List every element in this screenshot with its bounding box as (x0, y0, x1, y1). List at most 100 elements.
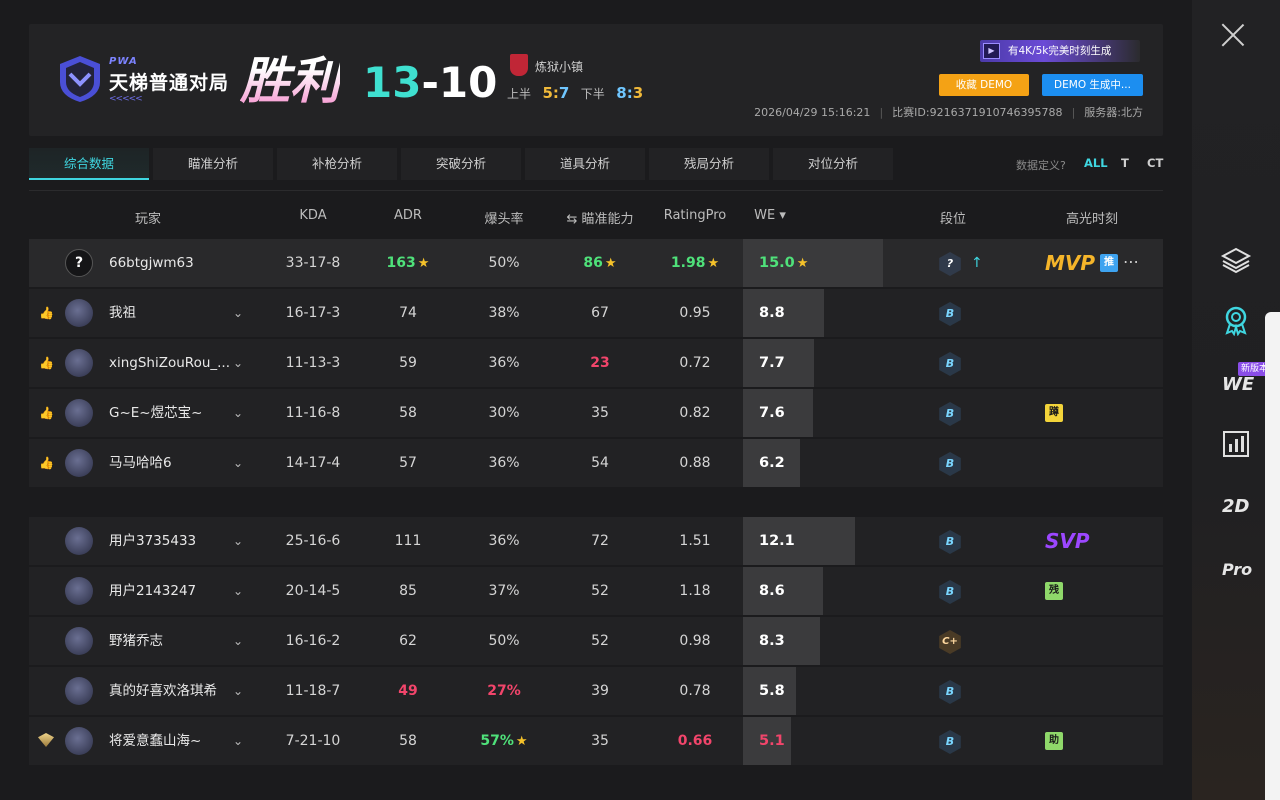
mvp-badge[interactable]: MVP (1045, 239, 1095, 287)
like-icon[interactable]: 👍 (39, 289, 54, 337)
data-definition-link[interactable]: 数据定义? (1016, 157, 1066, 173)
avatar[interactable] (65, 577, 93, 605)
demo-generating-button[interactable]: DEMO 生成中... (1042, 74, 1143, 96)
chevron-down-icon[interactable]: ⌄ (233, 567, 243, 615)
kda: 16-17-3 (285, 305, 341, 321)
avatar[interactable] (65, 299, 93, 327)
chevron-down-icon[interactable]: ⌄ (233, 339, 243, 387)
chevron-down-icon[interactable]: ⌄ (233, 289, 243, 337)
player-row[interactable]: 👍 我祖 ⌄ 16-17-3 74 38% 67 0.95 8.8 B (29, 289, 1163, 337)
player-name[interactable]: xingShiZouRou_... (109, 339, 239, 387)
svp-badge[interactable]: SVP (1045, 517, 1090, 565)
col-we[interactable]: WE ▾ (740, 208, 800, 223)
highlight-tag[interactable]: 残 (1045, 582, 1063, 600)
player-row[interactable]: ? 66btgjwm63 33-17-8 163 ★ 50% 86 ★ 1.98 ★ 15.0 ★? ↑… (29, 239, 1163, 287)
tab-aim[interactable]: 瞄准分析 (153, 148, 273, 180)
rating-value: 1.51 (679, 533, 711, 549)
player-row[interactable]: 野猪乔志 ⌄ 16-16-2 62 50% 52 0.98 8.3 C+ (29, 617, 1163, 665)
avatar[interactable] (65, 449, 93, 477)
player-name[interactable]: 我祖 (109, 289, 239, 337)
hs-value: 50% (488, 633, 520, 649)
avatar[interactable] (65, 527, 93, 555)
chevron-down-icon[interactable]: ⌄ (233, 439, 243, 487)
bar-chart-icon[interactable] (1220, 428, 1252, 460)
rank-badge-icon[interactable]: ? (939, 252, 961, 276)
we-nav[interactable]: WE (1222, 374, 1254, 395)
chevron-down-icon[interactable]: ⌄ (233, 517, 243, 565)
filter-t[interactable]: T (1121, 156, 1129, 170)
rank-badge-icon[interactable]: B (939, 302, 961, 326)
rank-badge-icon[interactable]: B (939, 680, 961, 704)
like-icon[interactable]: 👍 (39, 439, 54, 487)
hs-value: 57% (480, 733, 514, 749)
tab-duel[interactable]: 对位分析 (773, 148, 893, 180)
player-name[interactable]: 将爱意蠢山海~ (109, 717, 239, 765)
player-name[interactable]: 真的好喜欢洛琪希 (109, 667, 239, 715)
player-row[interactable]: 真的好喜欢洛琪希 ⌄ 11-18-7 49 27% 39 0.78 5.8 B (29, 667, 1163, 715)
rank-badge-icon[interactable]: B (939, 352, 961, 376)
award-icon[interactable] (1220, 304, 1252, 336)
pro-nav[interactable]: Pro (1222, 560, 1252, 579)
rank-badge-icon[interactable]: B (939, 530, 961, 554)
like-icon[interactable]: 👍 (39, 339, 54, 387)
tab-trade[interactable]: 补枪分析 (277, 148, 397, 180)
headshot-rate: 50% (464, 239, 544, 287)
avatar[interactable] (65, 349, 93, 377)
player-name[interactable]: G~E~煜芯宝~ (109, 389, 239, 437)
chevron-down-icon[interactable]: ⌄ (233, 617, 243, 665)
player-row[interactable]: 👍 G~E~煜芯宝~ ⌄ 11-16-8 58 30% 35 0.82 7.6 B 蹲 (29, 389, 1163, 437)
2d-nav[interactable]: 2D (1222, 496, 1249, 517)
highlight-tag[interactable]: 助 (1045, 732, 1063, 750)
avatar[interactable]: ? (65, 249, 93, 277)
rank-badge-icon[interactable]: B (939, 730, 961, 754)
rank-text: B (945, 685, 955, 698)
rank-badge-icon[interactable]: B (939, 580, 961, 604)
close-icon[interactable] (1220, 22, 1246, 48)
rank-badge-icon[interactable]: C+ (939, 630, 961, 654)
collect-demo-button[interactable]: 收藏 DEMO (939, 74, 1029, 96)
player-row[interactable]: 用户2143247 ⌄ 20-14-5 85 37% 52 1.18 8.6 B 残 (29, 567, 1163, 615)
avatar[interactable] (65, 677, 93, 705)
layers-icon[interactable] (1220, 244, 1252, 276)
filter-ct[interactable]: CT (1147, 156, 1163, 170)
player-name[interactable]: 野猪乔志 (109, 617, 239, 665)
player-name[interactable]: 66btgjwm63 (109, 239, 239, 287)
chevron-down-icon[interactable]: ⌄ (233, 717, 243, 765)
star-icon: ★ (417, 256, 430, 271)
filter-all[interactable]: ALL (1084, 156, 1108, 170)
col-kda[interactable]: KDA (273, 208, 353, 223)
player-name[interactable]: 用户3735433 (109, 517, 239, 565)
avatar[interactable] (65, 727, 93, 755)
like-icon[interactable]: 👍 (39, 389, 54, 437)
tab-overview[interactable]: 综合数据 (29, 148, 149, 180)
highlight-tag[interactable]: 推 (1100, 254, 1118, 272)
rank-badge-icon[interactable]: B (939, 452, 961, 476)
player-name[interactable]: 马马哈哈6 (109, 439, 239, 487)
col-aim[interactable]: ⇆ 瞄准能力 (550, 208, 650, 227)
tab-utility[interactable]: 道具分析 (525, 148, 645, 180)
player-row[interactable]: 用户3735433 ⌄ 25-16-6 111 36% 72 1.51 12.1 B SVP (29, 517, 1163, 565)
col-headshot[interactable]: 爆头率 (464, 208, 544, 227)
col-rating[interactable]: RatingPro (650, 208, 740, 223)
col-adr[interactable]: ADR (368, 208, 448, 223)
rank-text: ? (946, 257, 954, 270)
half-scores: 上半 5:7 下半 8:3 (507, 84, 644, 102)
rating-value: 1.98 (670, 255, 706, 271)
highlight-tag[interactable]: 蹲 (1045, 404, 1063, 422)
chevron-down-icon[interactable]: ⌄ (233, 667, 243, 715)
score-dash: - (421, 58, 439, 107)
highlight-4k-button[interactable]: ▶ 有4K/5k完美时刻生成 (980, 40, 1140, 62)
tab-entry[interactable]: 突破分析 (401, 148, 521, 180)
avatar[interactable] (65, 627, 93, 655)
player-row[interactable]: 👍 马马哈哈6 ⌄ 14-17-4 57 36% 54 0.88 6.2 B (29, 439, 1163, 487)
player-row[interactable]: 👍 xingShiZouRou_... ⌄ 11-13-3 59 36% 23 0.72 7.7… (29, 339, 1163, 387)
rank-badge-icon[interactable]: B (939, 402, 961, 426)
player-name[interactable]: 用户2143247 (109, 567, 239, 615)
chevron-down-icon[interactable]: ⌄ (233, 389, 243, 437)
we-number: 8.8 (759, 305, 785, 321)
tab-clutch[interactable]: 残局分析 (649, 148, 769, 180)
player-row[interactable]: 将爱意蠢山海~ ⌄ 7-21-10 58 57% ★ 35 0.66 5.1 B 助 (29, 717, 1163, 765)
match-detail-window: PWA 天梯普通对局 <<<<< 胜利 13-10 炼狱小镇 上半 5:7 下半… (0, 0, 1280, 800)
more-icon[interactable]: ⋯ (1123, 239, 1139, 285)
avatar[interactable] (65, 399, 93, 427)
